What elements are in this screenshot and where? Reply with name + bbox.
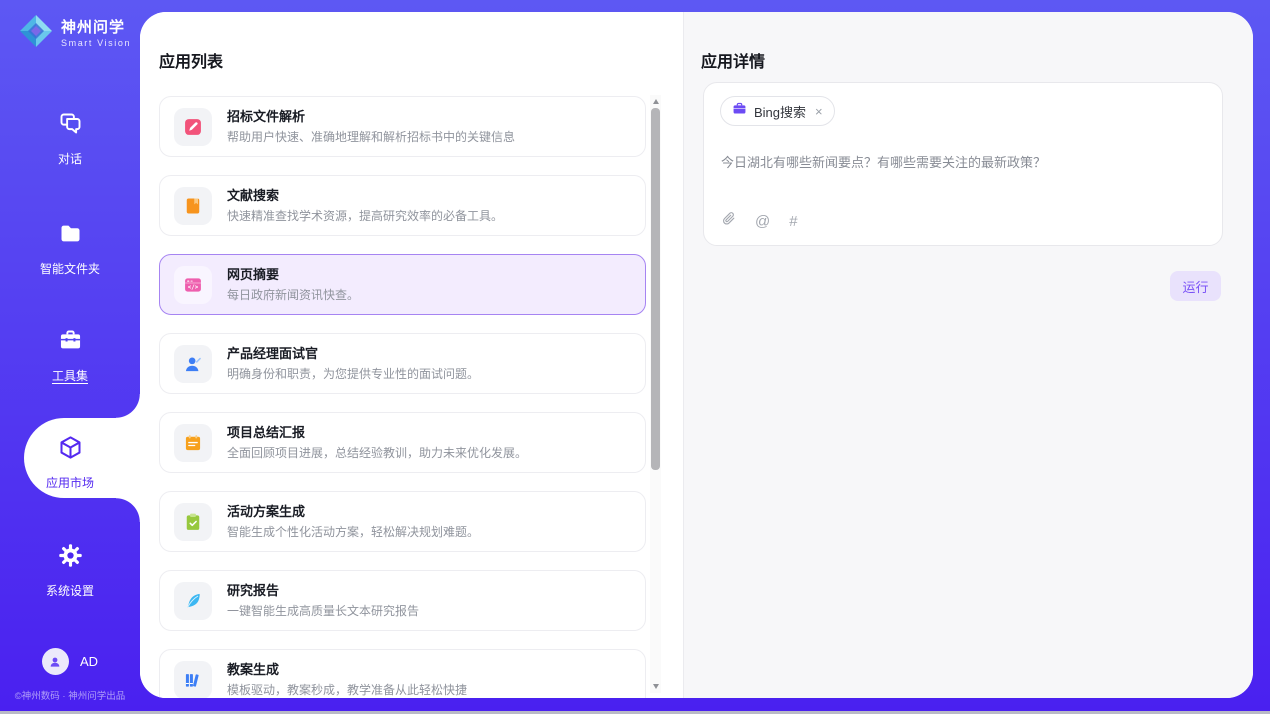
quill-pen-icon bbox=[174, 582, 212, 620]
main-content: 应用列表 招标文件解析 帮助用户快速、准确地理解和解析招标书中的关键信息 bbox=[140, 12, 1253, 698]
app-card-list: 招标文件解析 帮助用户快速、准确地理解和解析招标书中的关键信息 文献搜索 快速精… bbox=[159, 96, 646, 698]
tool-chip-label: Bing搜索 bbox=[754, 102, 806, 121]
sidebar-item-label: 工具集 bbox=[52, 367, 88, 384]
chat-icon bbox=[57, 110, 84, 142]
app-description: 明确身份和职责，为您提供专业性的面试问题。 bbox=[227, 368, 479, 380]
app-window: 神州问学 Smart Vision 对话 智能文件夹 bbox=[0, 0, 1270, 714]
app-title: 活动方案生成 bbox=[227, 505, 479, 518]
sidebar-item-label: 应用市场 bbox=[46, 474, 94, 491]
scroll-up-button[interactable] bbox=[650, 95, 661, 108]
app-title: 产品经理面试官 bbox=[227, 347, 479, 360]
app-list-title: 应用列表 bbox=[159, 48, 223, 72]
webpage-code-icon: </> bbox=[174, 266, 212, 304]
app-description: 帮助用户快速、准确地理解和解析招标书中的关键信息 bbox=[227, 131, 515, 143]
sidebar-item-label: 对话 bbox=[58, 150, 82, 167]
chip-close-icon[interactable]: × bbox=[815, 104, 823, 119]
sidebar: 神州问学 Smart Vision 对话 智能文件夹 bbox=[0, 0, 140, 714]
app-card-webpage-summary[interactable]: </> 网页摘要 每日政府新闻资讯快查。 bbox=[159, 254, 646, 315]
tool-chip-bing-search[interactable]: Bing搜索 × bbox=[720, 96, 835, 126]
sidebar-item-settings[interactable]: 系统设置 bbox=[0, 542, 140, 599]
sidebar-item-app-market[interactable]: 应用市场 bbox=[0, 434, 140, 491]
app-description: 模板驱动，教案秒成，教学准备从此轻松快捷 bbox=[227, 684, 467, 696]
books-icon bbox=[174, 661, 212, 699]
app-title: 招标文件解析 bbox=[227, 110, 515, 123]
attachment-toolbar: @ # bbox=[721, 211, 798, 231]
scroll-down-button[interactable] bbox=[650, 680, 661, 693]
sidebar-item-label: 智能文件夹 bbox=[40, 260, 100, 277]
app-title: 教案生成 bbox=[227, 663, 467, 676]
toolbox-icon bbox=[57, 327, 84, 359]
sidebar-item-chat[interactable]: 对话 bbox=[0, 110, 140, 167]
app-detail-panel: 应用详情 Bing搜索 × 今日湖北有哪些新闻要点？有哪些需要关注的最新政策？ bbox=[683, 12, 1253, 698]
avatar bbox=[42, 648, 69, 675]
run-button[interactable]: 运行 bbox=[1170, 271, 1221, 301]
app-card-lesson-plan[interactable]: 教案生成 模板驱动，教案秒成，教学准备从此轻松快捷 bbox=[159, 649, 646, 698]
app-description: 快速精准查找学术资源，提高研究效率的必备工具。 bbox=[227, 210, 503, 222]
briefcase-icon bbox=[732, 101, 747, 121]
prompt-input-card[interactable]: Bing搜索 × 今日湖北有哪些新闻要点？有哪些需要关注的最新政策？ @ # bbox=[703, 82, 1223, 246]
app-description: 每日政府新闻资讯快查。 bbox=[227, 289, 359, 301]
brand-tagline: Smart Vision bbox=[61, 38, 131, 48]
app-card-project-summary[interactable]: 项目总结汇报 全面回顾项目进展，总结经验教训，助力未来优化发展。 bbox=[159, 412, 646, 473]
scrollbar[interactable] bbox=[650, 95, 661, 693]
app-card-literature-search[interactable]: 文献搜索 快速精准查找学术资源，提高研究效率的必备工具。 bbox=[159, 175, 646, 236]
app-card-event-plan[interactable]: 活动方案生成 智能生成个性化活动方案，轻松解决规划难题。 bbox=[159, 491, 646, 552]
app-list-panel: 应用列表 招标文件解析 帮助用户快速、准确地理解和解析招标书中的关键信息 bbox=[140, 12, 683, 698]
app-description: 一键智能生成高质量长文本研究报告 bbox=[227, 605, 419, 617]
cube-icon bbox=[57, 434, 84, 466]
user-account[interactable]: AD bbox=[0, 648, 140, 675]
calendar-report-icon bbox=[174, 424, 212, 462]
triangle-down-icon bbox=[653, 684, 659, 689]
attach-file-icon[interactable] bbox=[721, 211, 736, 231]
app-title: 网页摘要 bbox=[227, 268, 359, 281]
active-nav-curve-bottom bbox=[116, 498, 140, 522]
topic-icon[interactable]: # bbox=[789, 214, 797, 229]
triangle-up-icon bbox=[653, 99, 659, 104]
app-detail-title: 应用详情 bbox=[701, 48, 765, 72]
scrollbar-thumb[interactable] bbox=[651, 108, 660, 470]
app-card-research-report[interactable]: 研究报告 一键智能生成高质量长文本研究报告 bbox=[159, 570, 646, 631]
app-title: 研究报告 bbox=[227, 584, 419, 597]
active-nav-curve-top bbox=[116, 394, 140, 418]
app-description: 智能生成个性化活动方案，轻松解决规划难题。 bbox=[227, 526, 479, 538]
sidebar-item-smart-folders[interactable]: 智能文件夹 bbox=[0, 220, 140, 277]
app-title: 项目总结汇报 bbox=[227, 426, 527, 439]
app-title: 文献搜索 bbox=[227, 189, 503, 202]
prompt-text[interactable]: 今日湖北有哪些新闻要点？有哪些需要关注的最新政策？ bbox=[721, 153, 1201, 173]
folder-icon bbox=[57, 220, 84, 252]
edit-document-icon bbox=[174, 108, 212, 146]
mention-icon[interactable]: @ bbox=[755, 214, 770, 229]
brand-logo: 神州问学 Smart Vision bbox=[18, 13, 131, 54]
app-description: 全面回顾项目进展，总结经验教训，助力未来优化发展。 bbox=[227, 447, 527, 459]
brand-name: 神州问学 bbox=[61, 19, 131, 36]
interviewer-person-icon bbox=[174, 345, 212, 383]
copyright-text: ©神州数码 · 神州问学出品 bbox=[0, 688, 140, 702]
svg-text:</>: </> bbox=[188, 285, 199, 291]
clipboard-check-icon bbox=[174, 503, 212, 541]
app-card-bid-analysis[interactable]: 招标文件解析 帮助用户快速、准确地理解和解析招标书中的关键信息 bbox=[159, 96, 646, 157]
app-card-pm-interviewer[interactable]: 产品经理面试官 明确身份和职责，为您提供专业性的面试问题。 bbox=[159, 333, 646, 394]
sidebar-item-toolset[interactable]: 工具集 bbox=[0, 327, 140, 384]
diamond-logo-icon bbox=[18, 13, 54, 54]
book-icon bbox=[174, 187, 212, 225]
sidebar-item-label: 系统设置 bbox=[46, 582, 94, 599]
gear-icon bbox=[57, 542, 84, 574]
user-initials: AD bbox=[80, 654, 98, 669]
